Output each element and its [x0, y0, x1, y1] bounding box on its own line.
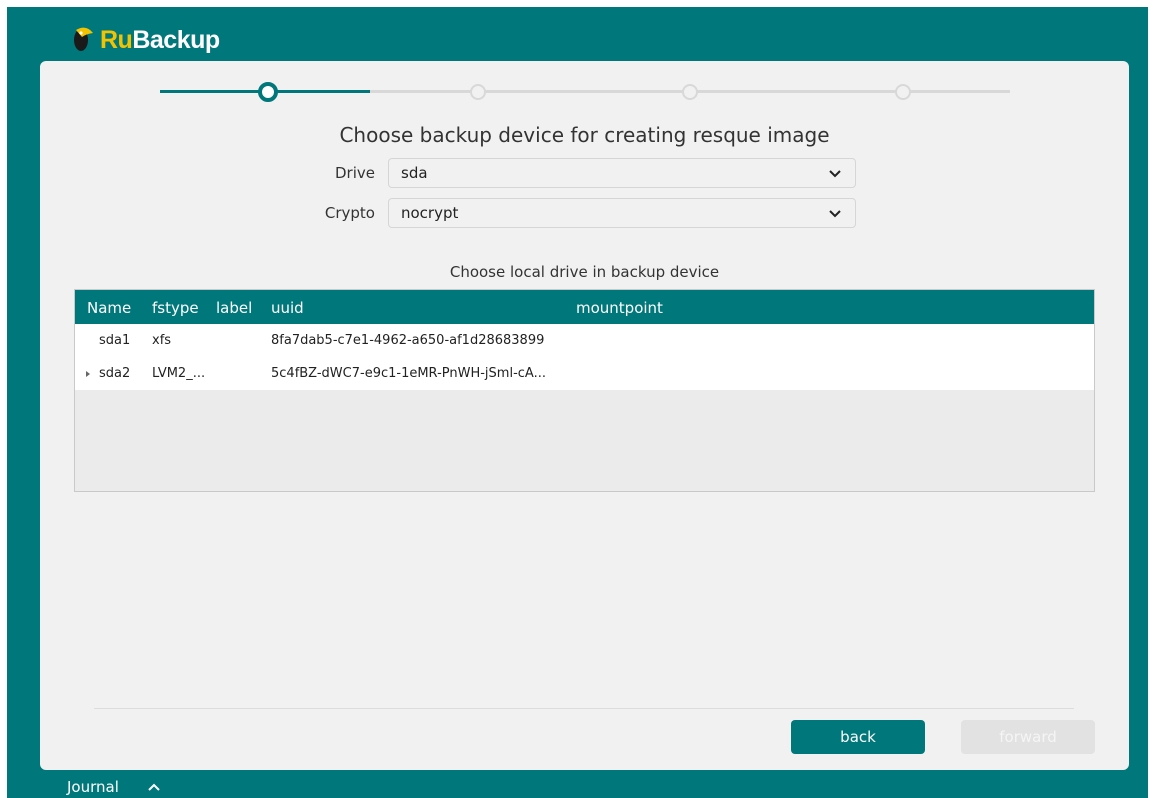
wizard-panel: Choose backup device for creating resque…: [40, 61, 1129, 770]
table-row[interactable]: sda1 xfs 8fa7dab5-c7e1-4962-a650-af1d286…: [75, 324, 1094, 357]
stepper-step: [682, 84, 698, 100]
stepper-step-current: [258, 82, 278, 102]
drive-row: Drive sda: [295, 157, 856, 189]
journal-toggle[interactable]: Journal: [67, 778, 161, 796]
app-logo: RuBackup: [72, 22, 220, 58]
cell-name: sda2: [99, 366, 131, 381]
crypto-select[interactable]: nocrypt: [388, 198, 856, 228]
journal-label: Journal: [67, 778, 119, 796]
footer-divider: [94, 708, 1074, 709]
cell-uuid: 8fa7dab5-c7e1-4962-a650-af1d28683899: [271, 333, 545, 348]
drive-label: Drive: [335, 164, 375, 182]
table-title: Choose local drive in backup device: [449, 263, 720, 281]
cell-name: sda1: [99, 333, 131, 348]
crypto-row: Crypto nocrypt: [295, 197, 856, 229]
crypto-select-value: nocrypt: [401, 204, 459, 222]
drive-select[interactable]: sda: [388, 158, 856, 188]
stepper-step: [470, 84, 486, 100]
toucan-logo-icon: [74, 27, 93, 51]
table-header: Name fstype label uuid mountpoint: [75, 290, 1094, 324]
page-title: Choose backup device for creating resque…: [339, 123, 830, 147]
column-header-fstype[interactable]: fstype: [152, 299, 199, 317]
column-header-mountpoint[interactable]: mountpoint: [576, 299, 663, 317]
app-logo-text: RuBackup: [100, 25, 220, 54]
drive-select-value: sda: [401, 164, 428, 182]
wizard-stepper: [160, 81, 1010, 102]
back-button[interactable]: back: [791, 720, 925, 754]
chevron-down-icon: [829, 170, 841, 178]
column-header-uuid[interactable]: uuid: [271, 299, 304, 317]
chevron-down-icon: [829, 210, 841, 218]
cell-uuid: 5c4fBZ-dWC7-e9c1-1eMR-PnWH-jSml-cA...: [271, 366, 546, 381]
forward-button[interactable]: forward: [961, 720, 1095, 754]
drive-table: Name fstype label uuid mountpoint sda1 x…: [74, 289, 1095, 492]
crypto-label: Crypto: [324, 204, 375, 222]
stepper-step: [895, 84, 911, 100]
expand-arrow-icon[interactable]: [86, 371, 90, 377]
table-row[interactable]: sda2 LVM2_... 5c4fBZ-dWC7-e9c1-1eMR-PnWH…: [75, 357, 1094, 390]
column-header-label[interactable]: label: [216, 299, 252, 317]
chevron-up-icon: [148, 783, 160, 791]
cell-fstype: xfs: [152, 333, 172, 348]
column-header-name[interactable]: Name: [87, 299, 131, 317]
cell-fstype: LVM2_...: [152, 366, 206, 381]
